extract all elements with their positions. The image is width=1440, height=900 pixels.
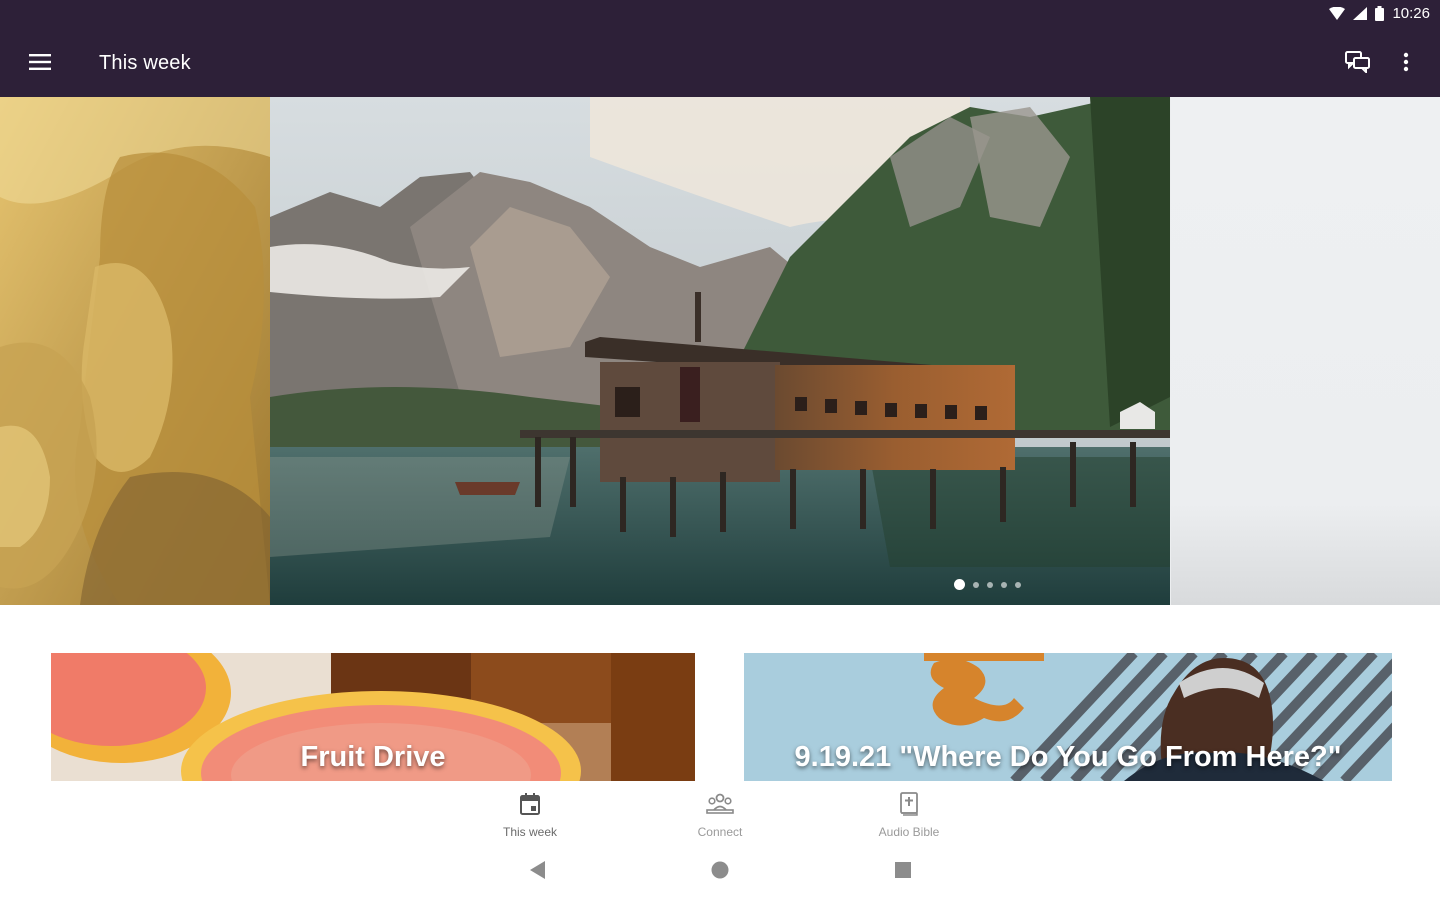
carousel-pagination (954, 579, 1021, 590)
carousel-dot[interactable] (987, 581, 993, 588)
carousel-dot[interactable] (954, 579, 965, 590)
recents-square-icon (895, 861, 911, 883)
chat-button[interactable] (1340, 46, 1376, 82)
people-icon (670, 792, 770, 821)
hero-carousel[interactable] (0, 97, 1440, 605)
nav-item-audio-bible[interactable]: Audio Bible (859, 792, 959, 839)
status-bar: 10:26 (0, 0, 1440, 30)
nav-label: Audio Bible (878, 825, 940, 839)
hamburger-menu-icon (29, 53, 51, 75)
battery-icon (1375, 6, 1385, 21)
recents-button[interactable] (891, 860, 915, 884)
carousel-slide-active[interactable] (270, 97, 1170, 605)
lake-boathouse-image (270, 97, 1170, 605)
app-bar: This week (0, 30, 1440, 97)
system-navigation-bar (0, 846, 1440, 900)
home-button[interactable] (708, 860, 732, 884)
more-options-button[interactable] (1390, 46, 1422, 82)
back-triangle-icon (530, 860, 546, 884)
chat-icon (1345, 50, 1371, 78)
menu-button[interactable] (22, 46, 58, 82)
nav-label: Connect (697, 825, 743, 839)
page-title: This week (99, 52, 191, 74)
signal-icon (1353, 7, 1368, 20)
carousel-dot[interactable] (1015, 581, 1021, 588)
calendar-icon (480, 792, 580, 821)
card-title: Fruit Drive (300, 741, 446, 773)
wifi-icon (1329, 7, 1346, 20)
clock-text: 10:26 (1392, 5, 1430, 22)
nav-item-connect[interactable]: Connect (670, 792, 770, 839)
sermon-card[interactable]: 9.19.21 "Where Do You Go From Here?" (744, 653, 1392, 781)
card-title: 9.19.21 "Where Do You Go From Here?" (794, 741, 1342, 773)
carousel-slide-previous[interactable] (0, 97, 270, 605)
fruit-drive-card[interactable]: Fruit Drive (51, 653, 695, 781)
bible-icon (859, 792, 959, 821)
home-circle-icon (711, 861, 729, 884)
nav-item-this-week[interactable]: This week (480, 792, 580, 839)
carousel-dot[interactable] (973, 581, 979, 588)
back-button[interactable] (526, 860, 550, 884)
more-vert-icon (1403, 52, 1409, 77)
nav-label: This week (502, 825, 558, 839)
couple-photo-image (0, 97, 270, 605)
carousel-slide-next[interactable] (1171, 97, 1440, 605)
carousel-dot[interactable] (1001, 581, 1007, 588)
bottom-navigation: This week Connect Audio Bible (0, 782, 1440, 846)
status-icons: 10:26 (1329, 5, 1430, 22)
